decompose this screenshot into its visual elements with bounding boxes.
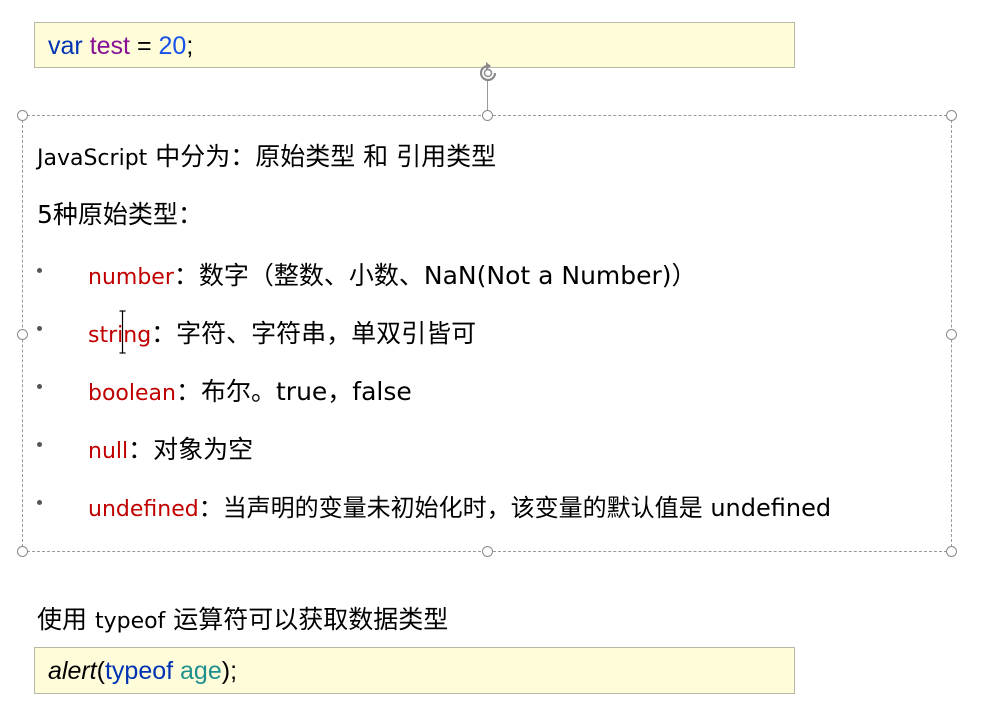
term-description: 字符、字符串，单双引皆可 [176, 319, 477, 348]
code-operator: = [136, 32, 152, 60]
code-block-alert-typeof: alert(typeof age); [34, 647, 795, 694]
code-keyword-var: var [48, 32, 83, 60]
resize-handle-bottom-center-icon[interactable] [482, 546, 493, 557]
bullet-dot [37, 268, 42, 273]
code-keyword-typeof: typeof [104, 657, 174, 685]
term-description: 数字（整数、小数、NaN(Not a Number)） [198, 261, 697, 290]
term-separator: ： [128, 435, 154, 464]
code-function-alert: alert [48, 657, 97, 685]
text-cursor-icon [119, 310, 126, 354]
bullet-dot [37, 442, 42, 447]
typeof-keyword: typeof [94, 609, 166, 634]
code-argument-age: age [180, 657, 222, 685]
typeof-post: 运算符可以获取数据类型 [165, 605, 449, 634]
term-separator: ： [175, 377, 201, 406]
code-block-var-test: var test = 20; [34, 22, 795, 68]
heading-rest: 中分为：原始类型 和 引用类型 [147, 142, 497, 171]
term-boolean: boolean [88, 381, 176, 406]
code-paren-close: ); [221, 657, 238, 685]
term-description: 当声明的变量未初始化时，该变量的默认值是 undefined [222, 494, 832, 522]
term-description: 对象为空 [153, 435, 254, 464]
heading-primitive-label: 5种原始类型： [37, 200, 203, 229]
heading-primitive-types[interactable]: 5种原始类型： [37, 195, 203, 231]
typeof-description[interactable]: 使用 typeof 运算符可以获取数据类型 [37, 600, 448, 636]
resize-handle-middle-right-icon[interactable] [946, 329, 957, 340]
resize-handle-middle-left-icon[interactable] [17, 329, 28, 340]
heading-type-categories[interactable]: JavaScript 中分为：原始类型 和 引用类型 [37, 137, 496, 173]
term-description: 布尔。true，false [200, 377, 412, 406]
term-separator: ： [173, 261, 199, 290]
term-null: null [88, 439, 129, 464]
rotate-handle-icon[interactable] [475, 60, 501, 86]
term-separator: ： [151, 319, 177, 348]
resize-handle-bottom-left-icon[interactable] [17, 546, 28, 557]
term-number: number [88, 265, 174, 290]
typeof-pre: 使用 [37, 605, 95, 634]
code-paren-open: ( [96, 657, 105, 685]
resize-handle-bottom-right-icon[interactable] [946, 546, 957, 557]
bullet-dot [37, 326, 42, 331]
resize-handle-top-left-icon[interactable] [17, 110, 28, 121]
code-terminator: ; [186, 32, 194, 60]
resize-handle-top-right-icon[interactable] [946, 110, 957, 121]
bullet-dot [37, 500, 42, 505]
resize-handle-top-center-icon[interactable] [482, 110, 493, 121]
term-separator: ： [198, 494, 223, 522]
term-undefined: undefined [88, 497, 199, 522]
code-number: 20 [158, 32, 187, 60]
bullet-dot [37, 384, 42, 389]
code-identifier-test: test [89, 32, 130, 60]
heading-latin: JavaScript [37, 146, 148, 171]
